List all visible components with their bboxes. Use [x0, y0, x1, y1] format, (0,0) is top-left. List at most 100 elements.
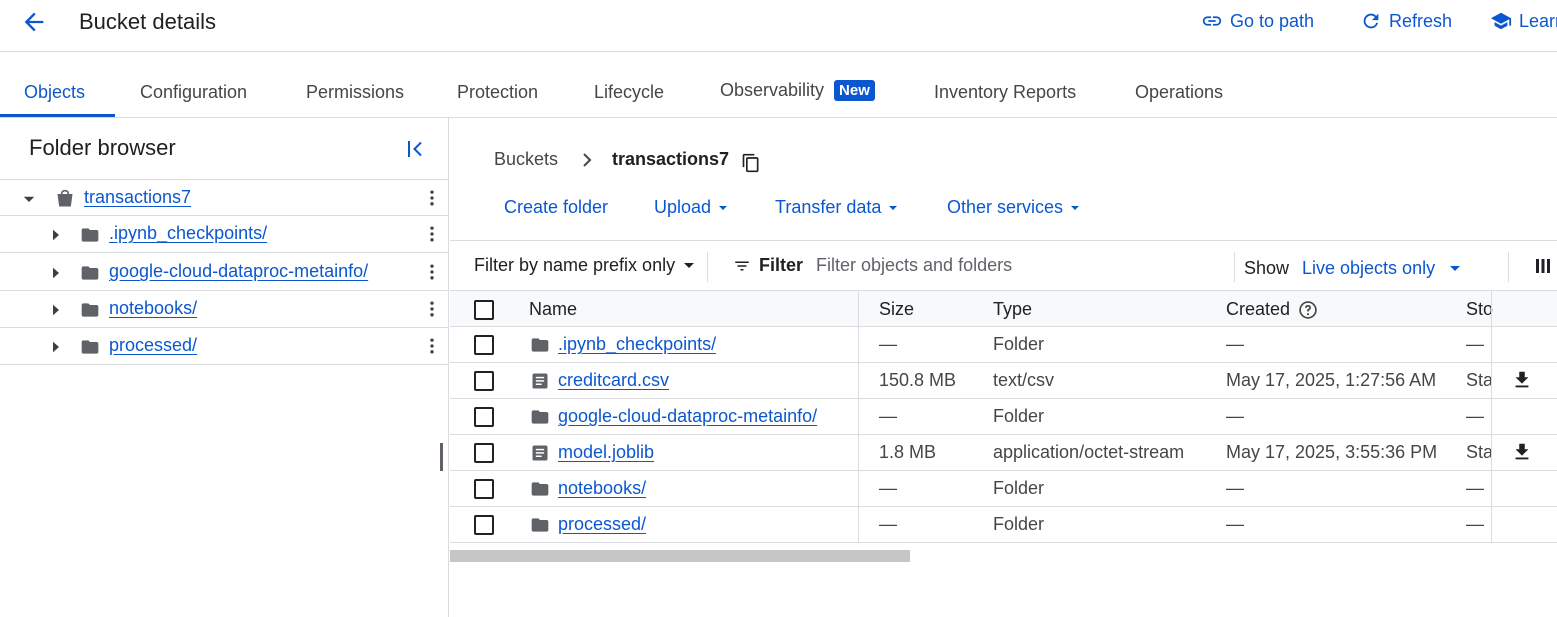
row-checkbox[interactable]: [474, 335, 494, 355]
caret-right-icon[interactable]: [47, 264, 65, 282]
column-header-storage-class[interactable]: Sto: [1466, 299, 1493, 320]
object-name-link[interactable]: notebooks/: [558, 478, 646, 499]
table-row[interactable]: notebooks/ — Folder — —: [450, 471, 1557, 507]
table-header: Name Size Type Created Sto: [450, 290, 1557, 327]
object-type: Folder: [993, 334, 1045, 354]
help-icon[interactable]: [1298, 300, 1318, 320]
object-name-link[interactable]: model.joblib: [558, 442, 654, 463]
other-services-button[interactable]: Other services: [947, 197, 1081, 218]
dropdown-arrow-icon: [1449, 263, 1461, 275]
filter-input[interactable]: Filter objects and folders: [816, 255, 1012, 276]
table-row[interactable]: processed/ — Folder — —: [450, 507, 1557, 543]
more-vert-icon[interactable]: [422, 299, 442, 319]
dropdown-arrow-icon: [717, 202, 729, 214]
tab-observability[interactable]: Observability New: [720, 80, 875, 101]
object-created: —: [1226, 334, 1244, 354]
copy-icon[interactable]: [741, 153, 761, 173]
table-row[interactable]: google-cloud-dataproc-metainfo/ — Folder…: [450, 399, 1557, 435]
tab-objects[interactable]: Objects: [24, 82, 85, 103]
column-header-name[interactable]: Name: [529, 299, 577, 320]
horizontal-scrollbar[interactable]: [450, 550, 910, 562]
collapse-panel-icon[interactable]: [403, 137, 427, 161]
table-row[interactable]: model.joblib 1.8 MB application/octet-st…: [450, 435, 1557, 471]
back-arrow-icon[interactable]: [20, 8, 48, 36]
link-icon: [1201, 10, 1223, 32]
show-label: Show: [1244, 258, 1290, 278]
filter-mode-select[interactable]: Filter by name prefix only: [474, 255, 695, 276]
file-icon: [530, 443, 550, 463]
dropdown-arrow-icon: [1069, 202, 1081, 214]
row-checkbox[interactable]: [474, 407, 494, 427]
tree-item-label: google-cloud-dataproc-metainfo/: [109, 261, 369, 281]
go-to-path-button[interactable]: Go to path: [1201, 10, 1314, 32]
more-vert-icon[interactable]: [422, 262, 442, 282]
breadcrumb-separator-icon: [580, 149, 594, 171]
column-header-type[interactable]: Type: [993, 299, 1032, 320]
object-name-link[interactable]: processed/: [558, 514, 646, 535]
filter-list-icon: [733, 257, 751, 275]
panel-resize-handle[interactable]: [440, 443, 443, 471]
refresh-button[interactable]: Refresh: [1360, 10, 1452, 32]
folder-icon: [530, 335, 550, 355]
folder-browser-title: Folder browser: [29, 135, 176, 160]
breadcrumb-buckets[interactable]: Buckets: [494, 149, 558, 170]
object-storage-class: —: [1466, 478, 1484, 498]
object-type: text/csv: [993, 370, 1055, 390]
tree-item-bucket[interactable]: transactions7: [0, 179, 448, 216]
column-divider: [1491, 290, 1492, 543]
tab-inventory-reports[interactable]: Inventory Reports: [934, 82, 1076, 103]
row-checkbox[interactable]: [474, 371, 494, 391]
folder-icon: [80, 225, 100, 245]
learn-button[interactable]: Learn: [1490, 10, 1557, 32]
column-header-size[interactable]: Size: [879, 299, 914, 320]
object-name-link[interactable]: .ipynb_checkpoints/: [558, 334, 716, 355]
refresh-icon: [1360, 10, 1382, 32]
tab-configuration[interactable]: Configuration: [140, 82, 247, 103]
folder-browser-panel: Folder browser transactions7 .ipynb_chec…: [0, 118, 449, 617]
more-vert-icon[interactable]: [422, 224, 442, 244]
table-row[interactable]: creditcard.csv 150.8 MB text/csv May 17,…: [450, 363, 1557, 399]
tab-lifecycle[interactable]: Lifecycle: [594, 82, 664, 103]
tree-item-label: .ipynb_checkpoints/: [109, 223, 268, 243]
row-checkbox[interactable]: [474, 515, 494, 535]
select-all-checkbox[interactable]: [474, 300, 494, 320]
tree-item-folder[interactable]: processed/: [0, 328, 448, 365]
row-checkbox[interactable]: [474, 479, 494, 499]
tree-item-folder[interactable]: notebooks/: [0, 291, 448, 328]
object-type: Folder: [993, 478, 1045, 498]
tab-permissions[interactable]: Permissions: [306, 82, 404, 103]
breadcrumb-current: transactions7: [612, 149, 730, 169]
object-name-link[interactable]: creditcard.csv: [558, 370, 669, 391]
row-checkbox[interactable]: [474, 443, 494, 463]
object-name-link[interactable]: google-cloud-dataproc-metainfo/: [558, 406, 817, 427]
filter-label: Filter: [733, 255, 803, 276]
object-created: —: [1226, 478, 1244, 498]
tree-item-label: transactions7: [84, 187, 192, 207]
tab-operations[interactable]: Operations: [1135, 82, 1223, 103]
caret-right-icon[interactable]: [47, 338, 65, 356]
column-display-icon[interactable]: [1535, 257, 1551, 275]
object-type: Folder: [993, 514, 1045, 534]
more-vert-icon[interactable]: [422, 336, 442, 356]
folder-icon: [530, 479, 550, 499]
tree-item-folder[interactable]: google-cloud-dataproc-metainfo/: [0, 254, 448, 291]
show-objects-select[interactable]: Live objects only: [1302, 258, 1461, 279]
object-type: application/octet-stream: [993, 442, 1185, 462]
tab-protection[interactable]: Protection: [457, 82, 538, 103]
download-icon[interactable]: [1511, 369, 1533, 391]
transfer-data-button[interactable]: Transfer data: [775, 197, 899, 218]
more-vert-icon[interactable]: [422, 188, 442, 208]
create-folder-button[interactable]: Create folder: [504, 197, 608, 218]
tree-item-folder[interactable]: .ipynb_checkpoints/: [0, 216, 448, 253]
object-created: —: [1226, 514, 1244, 534]
object-storage-class: Sta: [1466, 442, 1491, 462]
folder-icon: [80, 263, 100, 283]
go-to-path-label: Go to path: [1230, 10, 1315, 31]
table-row[interactable]: .ipynb_checkpoints/ — Folder — —: [450, 327, 1557, 363]
column-header-created[interactable]: Created: [1226, 299, 1318, 320]
caret-right-icon[interactable]: [47, 226, 65, 244]
caret-down-icon[interactable]: [20, 190, 38, 208]
download-icon[interactable]: [1511, 441, 1533, 463]
caret-right-icon[interactable]: [47, 301, 65, 319]
upload-button[interactable]: Upload: [654, 197, 729, 218]
